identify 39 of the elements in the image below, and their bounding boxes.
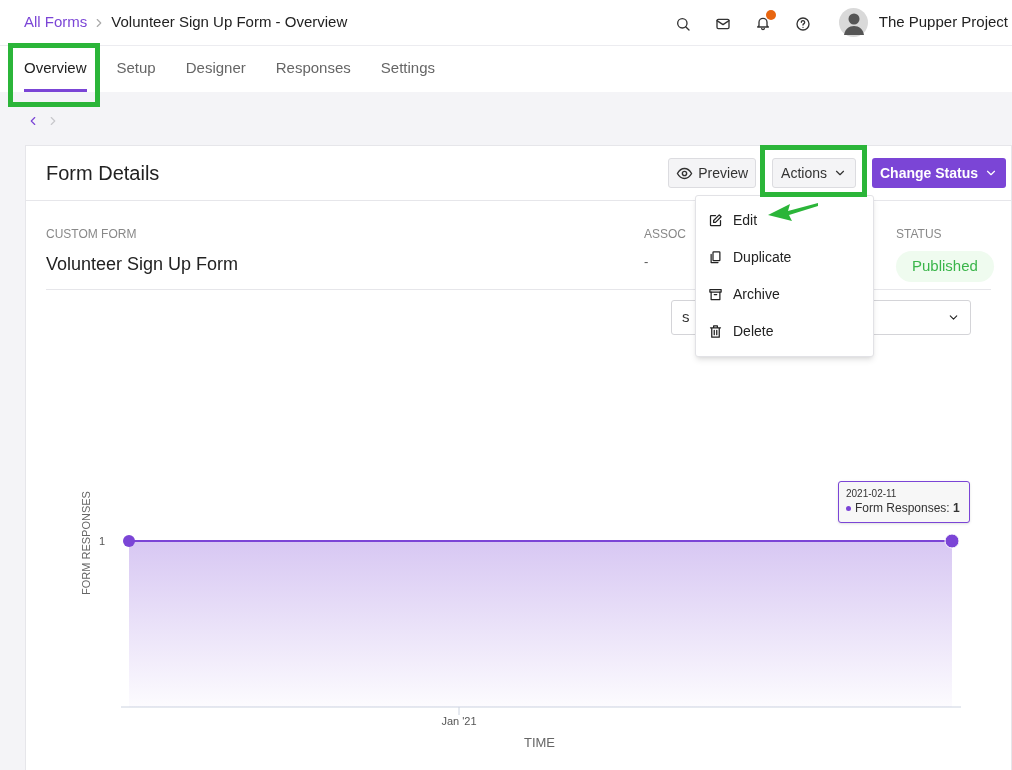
axis-title: FORM RESPONSES (80, 491, 92, 595)
preview-button[interactable]: Preview (668, 158, 757, 188)
archive-icon (708, 287, 723, 302)
field-label: CUSTOM FORM (46, 226, 137, 243)
edit-icon (708, 213, 723, 228)
tick-label: Jan '21 (441, 715, 477, 727)
field-value: Volunteer Sign Up Form (46, 253, 239, 276)
notifications-button[interactable] (754, 8, 777, 31)
menu-item[interactable]: Archive (696, 276, 873, 313)
status-badge: Published (896, 251, 994, 282)
tab[interactable]: Overview (24, 46, 87, 92)
data-point (123, 535, 135, 547)
menu-item[interactable]: Edit (696, 202, 873, 239)
help-button[interactable] (794, 14, 811, 31)
search-icon (674, 15, 691, 32)
tab[interactable]: Settings (380, 46, 435, 92)
copy-icon (708, 250, 723, 265)
menu-item[interactable]: Duplicate (696, 239, 873, 276)
chart-tooltip: 2021-02-11 Form Responses: 1 (838, 481, 970, 523)
trash-icon (708, 324, 723, 339)
tab[interactable]: Responses (275, 46, 351, 92)
menu-item[interactable]: Delete (696, 313, 873, 350)
data-point (944, 533, 960, 549)
field-label: ASSOC (644, 226, 686, 243)
field-value: - (644, 253, 649, 271)
account-button[interactable]: The Pupper Project (838, 8, 1008, 37)
change-status-button[interactable]: Change Status (872, 158, 1006, 188)
card-title: Form Details (46, 161, 160, 186)
help-icon (794, 15, 811, 32)
actions-button[interactable]: Actions (772, 158, 856, 188)
tab[interactable]: Setup (116, 46, 156, 92)
tick-label: 1 (98, 535, 106, 547)
field-label: STATUS (896, 226, 942, 243)
page-title: Volunteer Sign Up Form - Overview (111, 12, 348, 33)
pointer-arrow (768, 203, 818, 221)
axis-title: TIME (523, 735, 556, 750)
avatar (838, 8, 868, 37)
breadcrumb-link[interactable]: All Forms (24, 11, 88, 34)
tab[interactable]: Designer (185, 46, 246, 92)
